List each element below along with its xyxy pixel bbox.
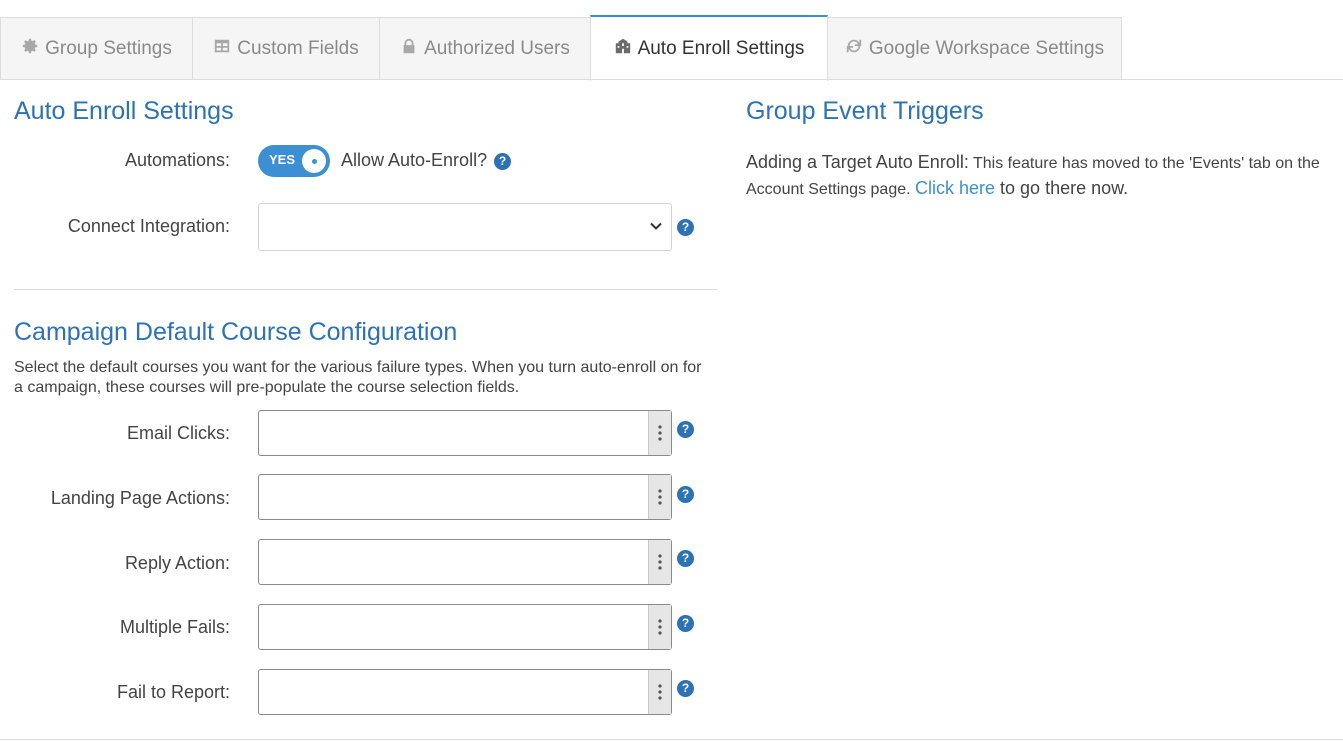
tab-authorized-users[interactable]: Authorized Users	[379, 17, 591, 79]
email-clicks-label: Email Clicks:	[126, 423, 230, 443]
event-triggers-notice: Adding a Target Auto Enroll: This featur…	[746, 150, 1336, 202]
reply-action-label: Reply Action:	[124, 553, 230, 573]
multiple-fails-course-select[interactable]	[258, 604, 672, 650]
allow-auto-enroll-label: Allow Auto-Enroll?	[341, 150, 488, 170]
school-icon	[614, 37, 632, 61]
help-icon[interactable]: ?	[677, 550, 694, 567]
tab-google-workspace-settings[interactable]: Google Workspace Settings	[827, 17, 1122, 79]
tab-label: Authorized Users	[424, 37, 570, 59]
vertical-dots-icon[interactable]	[648, 605, 671, 649]
help-icon[interactable]: ?	[677, 421, 694, 438]
auto-enroll-title: Auto Enroll Settings	[14, 97, 234, 125]
refresh-icon	[845, 37, 863, 61]
landing-page-actions-course-select[interactable]	[258, 474, 672, 520]
connect-integration-label: Connect Integration:	[67, 216, 230, 236]
multiple-fails-label: Multiple Fails:	[119, 617, 230, 637]
table-icon	[213, 37, 231, 61]
gear-icon	[21, 37, 39, 61]
toggle-knob	[302, 149, 326, 173]
vertical-dots-icon[interactable]	[648, 670, 671, 714]
help-icon[interactable]: ?	[677, 219, 694, 236]
reply-action-course-select[interactable]	[258, 539, 672, 585]
vertical-dots-icon[interactable]	[648, 411, 671, 455]
help-icon[interactable]: ?	[677, 615, 694, 632]
notice-lead: Adding a Target Auto Enroll:	[746, 152, 969, 172]
auto-enroll-toggle[interactable]: YES	[258, 145, 330, 177]
tab-label: Custom Fields	[237, 37, 359, 59]
click-here-link[interactable]: Click here	[915, 178, 995, 198]
tab-custom-fields[interactable]: Custom Fields	[192, 17, 380, 79]
vertical-dots-icon[interactable]	[648, 540, 671, 584]
email-clicks-course-select[interactable]	[258, 410, 672, 456]
toggle-text: YES	[269, 152, 296, 167]
campaign-config-description: Select the default courses you want for …	[14, 359, 702, 396]
bottom-divider	[0, 739, 1343, 740]
lock-icon	[400, 37, 418, 61]
help-icon[interactable]: ?	[677, 680, 694, 697]
chevron-down-icon	[650, 222, 662, 230]
tabs-divider	[0, 79, 1343, 80]
tab-label: Auto Enroll Settings	[637, 38, 805, 59]
section-divider	[14, 289, 718, 290]
tab-label: Google Workspace Settings	[868, 37, 1105, 59]
connect-integration-select[interactable]	[258, 203, 672, 251]
settings-tabs: Group Settings Custom Fields Authorized …	[0, 0, 1343, 81]
fail-to-report-label: Fail to Report:	[116, 682, 230, 702]
tab-label: Group Settings	[45, 37, 172, 59]
landing-page-actions-label: Landing Page Actions:	[50, 488, 230, 508]
tab-auto-enroll-settings[interactable]: Auto Enroll Settings	[590, 15, 828, 81]
notice-text-end: to go there now.	[995, 178, 1129, 198]
tab-group-settings[interactable]: Group Settings	[0, 17, 193, 79]
help-icon[interactable]: ?	[677, 486, 694, 503]
fail-to-report-course-select[interactable]	[258, 669, 672, 715]
campaign-config-title: Campaign Default Course Configuration	[14, 318, 458, 346]
automations-label: Automations:	[124, 150, 230, 170]
vertical-dots-icon[interactable]	[648, 475, 671, 519]
help-icon[interactable]: ?	[494, 153, 511, 170]
group-event-triggers-title: Group Event Triggers	[746, 97, 984, 125]
